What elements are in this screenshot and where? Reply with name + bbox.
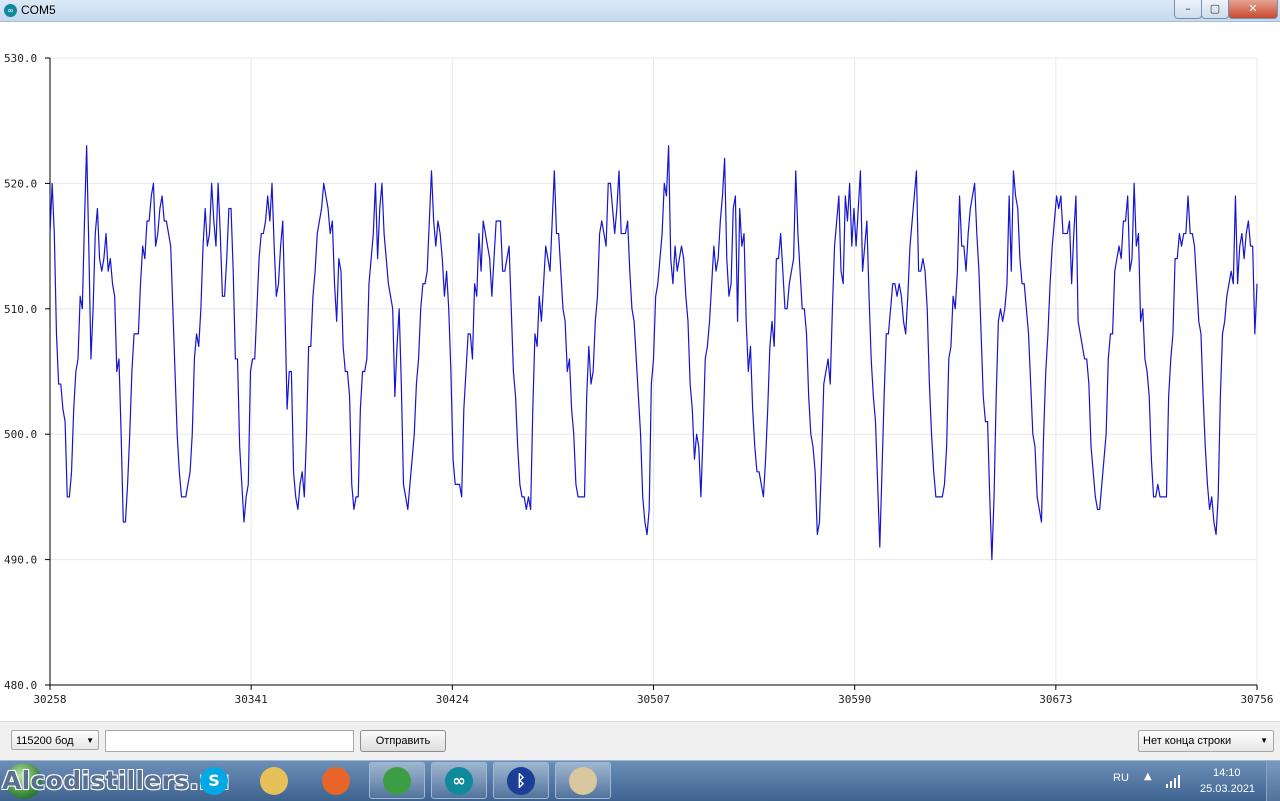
- clock-time[interactable]: 14:10: [1213, 767, 1241, 779]
- x-tick-label: 30424: [436, 693, 469, 706]
- y-tick-label: 510.0: [4, 303, 37, 316]
- folder-icon: [260, 766, 288, 795]
- paint-icon: [569, 766, 597, 795]
- window-title: COM5: [21, 3, 56, 17]
- maximize-button[interactable]: ▢: [1201, 0, 1229, 19]
- x-tick-label: 30756: [1240, 693, 1273, 706]
- y-tick-label: 490.0: [4, 554, 37, 567]
- x-tick-label: 30341: [235, 693, 268, 706]
- line-ending-label: Нет конца строки: [1143, 735, 1232, 747]
- baud-rate-select[interactable]: 115200 бод ▼: [11, 730, 99, 750]
- x-tick-label: 30590: [838, 693, 871, 706]
- close-button[interactable]: ✕: [1228, 0, 1278, 19]
- taskbar-app-arduino[interactable]: ∞: [431, 762, 487, 799]
- bluetooth-icon: ᛒ: [507, 766, 535, 795]
- title-bar[interactable]: ∞ COM5 – ▢ ✕: [0, 0, 1280, 22]
- clock-date[interactable]: 25.03.2021: [1200, 783, 1255, 795]
- chevron-down-icon: ▼: [86, 736, 94, 745]
- x-tick-label: 30673: [1039, 693, 1072, 706]
- control-bar: 115200 бод ▼ Отправить Нет конца строки …: [0, 721, 1280, 760]
- baud-rate-label: 115200 бод: [16, 735, 74, 747]
- taskbar-app-firefox[interactable]: [308, 762, 364, 799]
- skype-icon: S: [200, 766, 228, 795]
- line-ending-select[interactable]: Нет конца строки ▼: [1138, 730, 1274, 752]
- firefox-icon: [322, 766, 350, 795]
- taskbar-app-folder[interactable]: [246, 762, 302, 799]
- plot-chart: 30258 30341 30424 30507 30590 30673 30756 480.0…: [4, 52, 1274, 706]
- taskbar-app-bluetooth[interactable]: ᛒ: [493, 762, 549, 799]
- taskbar-app-paint[interactable]: [555, 762, 611, 799]
- arduino-app-icon: ∞: [4, 4, 17, 17]
- network-signal-icon[interactable]: [1165, 774, 1183, 788]
- send-input[interactable]: [105, 730, 354, 752]
- tray-expand-icon[interactable]: ▲: [1144, 771, 1152, 782]
- y-tick-label: 500.0: [4, 428, 37, 441]
- minimize-button[interactable]: –: [1174, 0, 1202, 19]
- taskbar-app-chrome[interactable]: [369, 762, 425, 799]
- taskbar-app-skype[interactable]: S: [186, 762, 242, 799]
- arduino-icon: ∞: [445, 766, 473, 795]
- taskbar: Alcodistillers.ru S ∞ ᛒ RU ▲ 14:10 25.03.2…: [0, 760, 1280, 801]
- show-desktop-button[interactable]: [1266, 761, 1280, 801]
- chrome-icon: [383, 766, 411, 795]
- x-tick-label: 30258: [33, 693, 66, 706]
- language-indicator[interactable]: RU: [1113, 772, 1129, 784]
- chevron-down-icon: ▼: [1260, 736, 1268, 745]
- x-tick-label: 30507: [637, 693, 670, 706]
- y-tick-label: 520.0: [4, 177, 37, 190]
- send-button[interactable]: Отправить: [360, 730, 446, 752]
- y-tick-label: 530.0: [4, 52, 37, 65]
- serial-plotter: 30258 30341 30424 30507 30590 30673 30756 480.0…: [0, 22, 1280, 720]
- y-tick-label: 480.0: [4, 679, 37, 692]
